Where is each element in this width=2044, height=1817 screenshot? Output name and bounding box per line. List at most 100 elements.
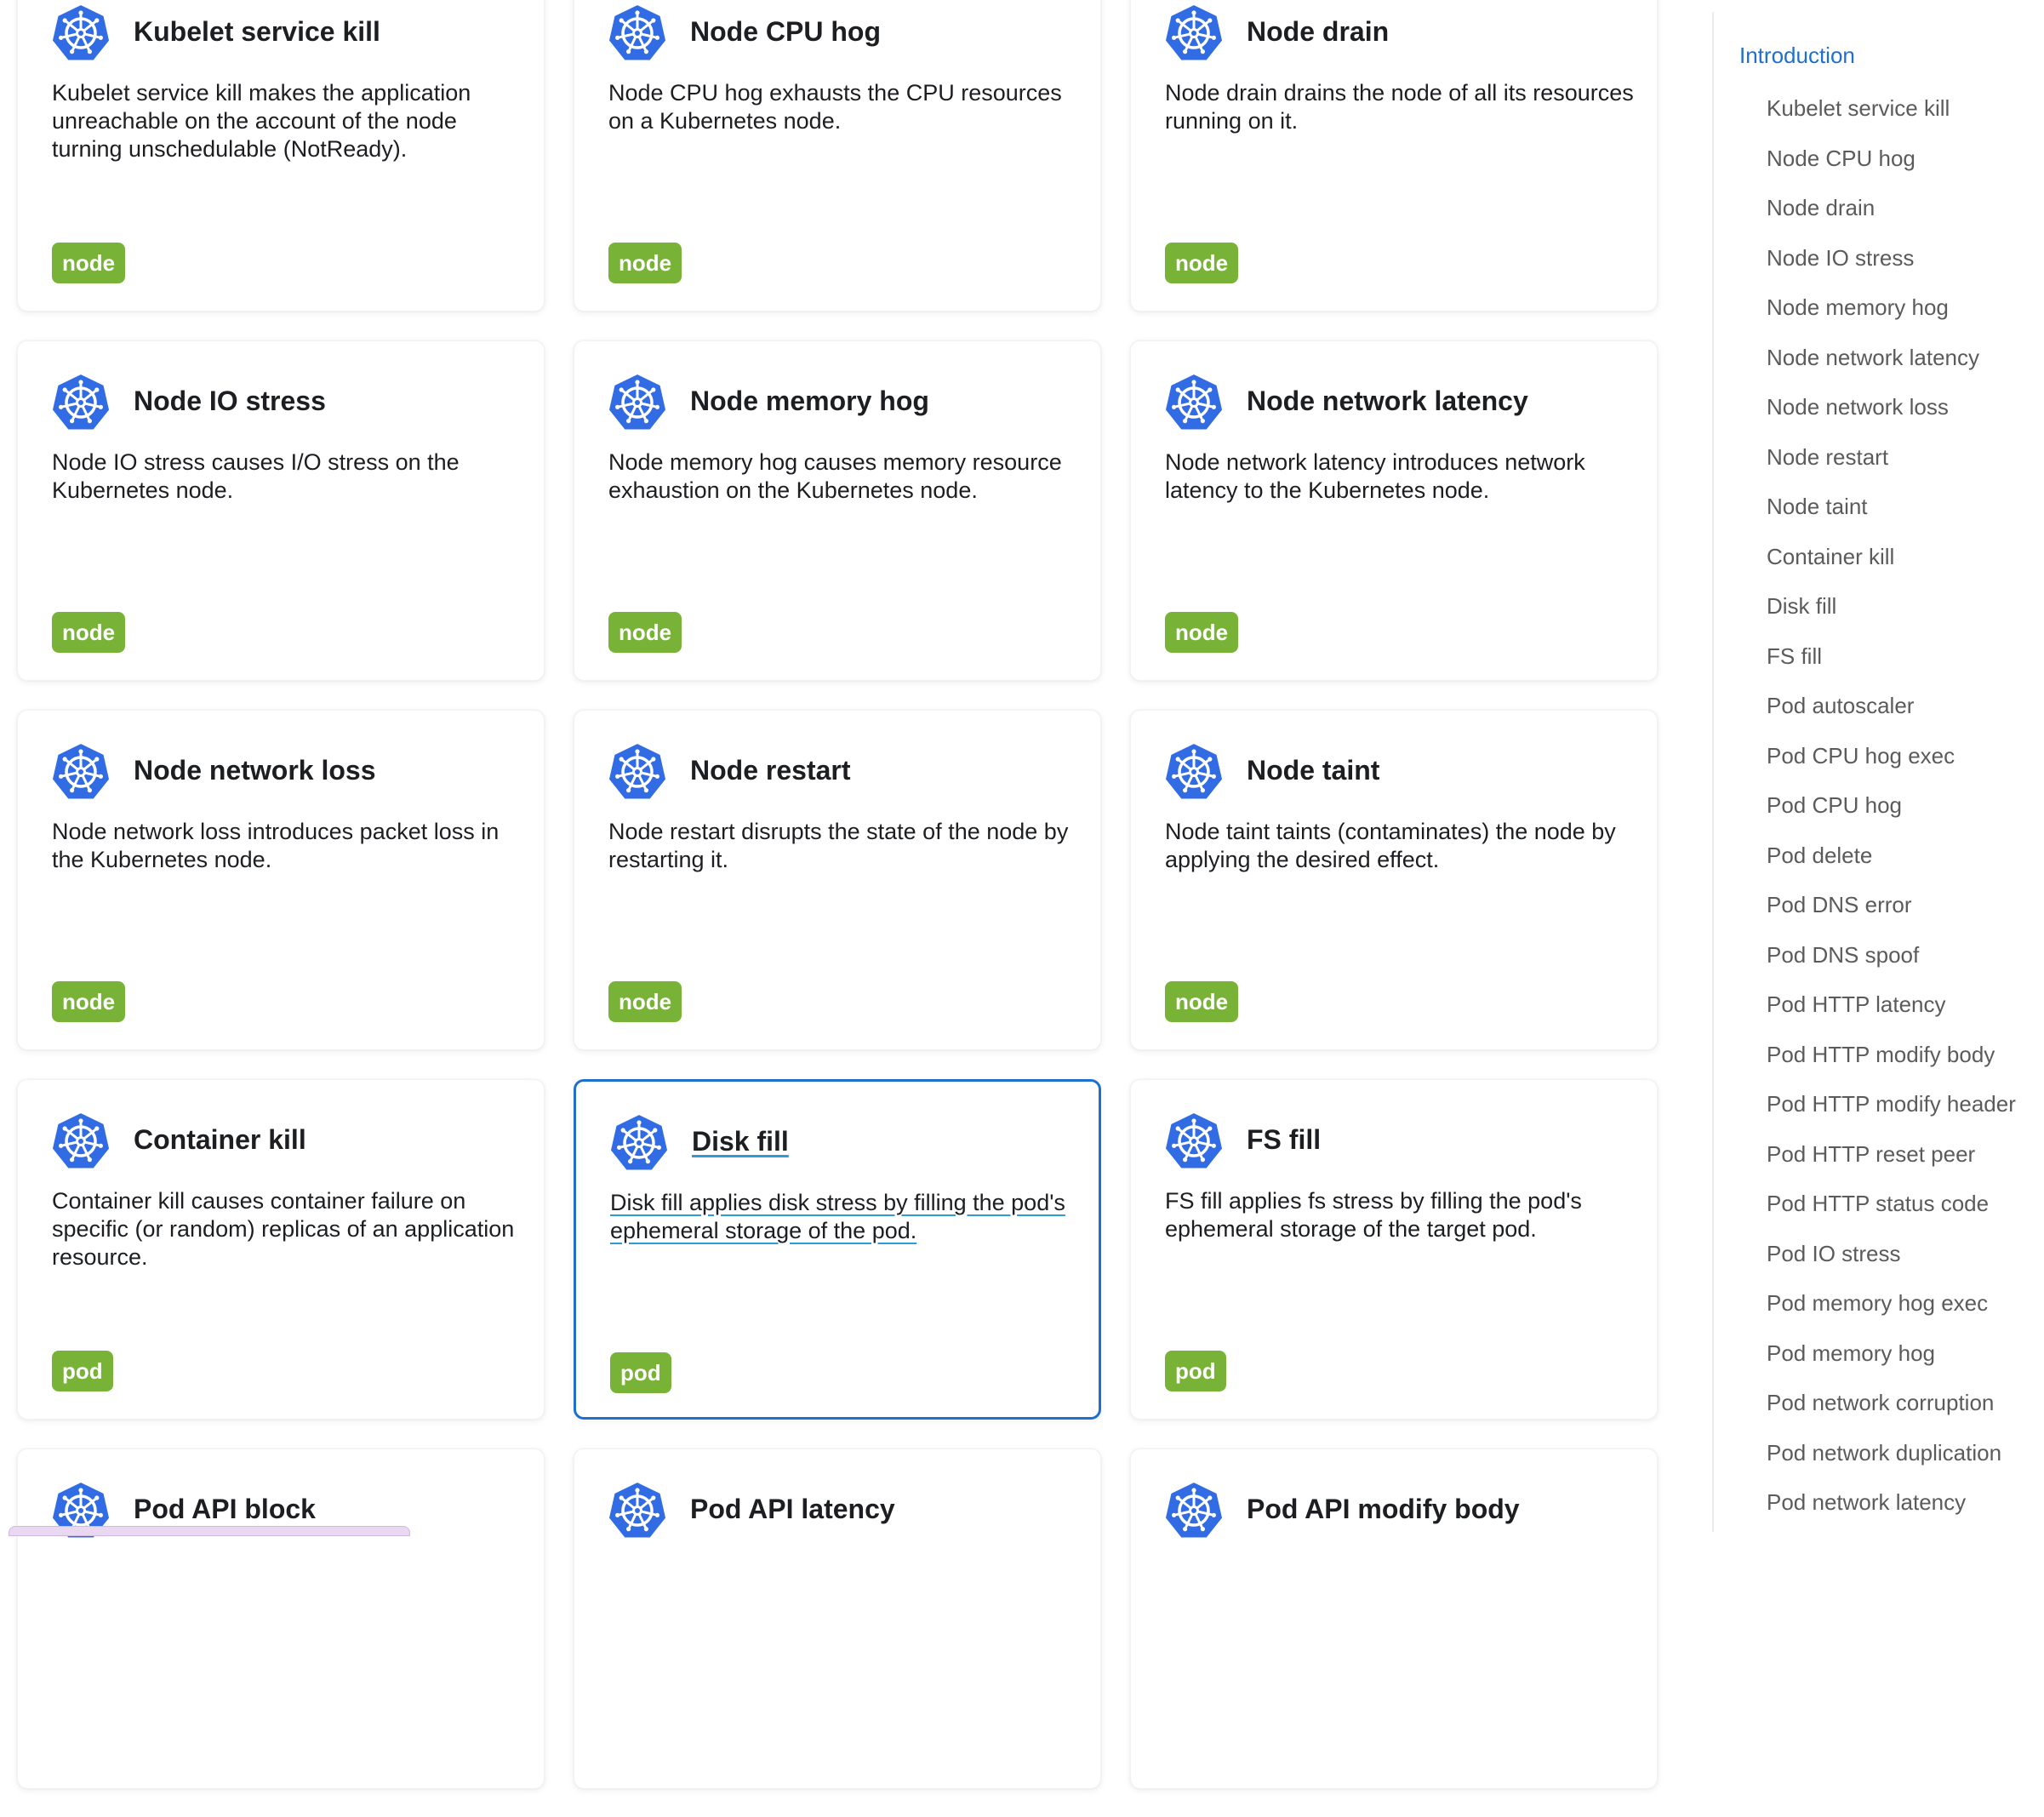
card-title: Node network latency: [1247, 386, 1528, 416]
table-of-contents: Introduction Kubelet service kill Node CPU…: [1736, 0, 2044, 1532]
toc-link-pod-http-modify-body[interactable]: Pod HTTP modify body: [1767, 1042, 1995, 1068]
experiment-card-kubelet-service-kill[interactable]: Kubelet service kill Kubelet service kill…: [17, 0, 545, 311]
toc-divider: [1712, 12, 1714, 1532]
experiment-card-pod-api-block[interactable]: Pod API block: [17, 1448, 545, 1789]
category-tag[interactable]: node: [1165, 612, 1239, 653]
toc-link-node-taint[interactable]: Node taint: [1767, 494, 1868, 520]
toc-link-fs-fill[interactable]: FS fill: [1767, 643, 1822, 670]
card-description: FS fill applies fs stress by filling the…: [1165, 1188, 1582, 1242]
experiment-card-node-taint[interactable]: Node taint Node taint taints (contaminate…: [1130, 710, 1658, 1050]
toc-link-pod-http-status-code[interactable]: Pod HTTP status code: [1767, 1191, 1989, 1217]
category-tag[interactable]: pod: [52, 1351, 113, 1391]
toc-link-pod-http-modify-header[interactable]: Pod HTTP modify header: [1767, 1091, 2016, 1117]
kubernetes-helm-icon: [49, 370, 113, 435]
card-description: Node drain drains the node of all its re…: [1165, 80, 1634, 134]
card-title: Container kill: [134, 1124, 306, 1155]
category-tag[interactable]: node: [608, 981, 682, 1022]
kubernetes-helm-icon: [605, 1, 670, 66]
card-title: Kubelet service kill: [134, 16, 380, 47]
card-title: FS fill: [1247, 1124, 1322, 1155]
toc-link-pod-dns-error[interactable]: Pod DNS error: [1767, 892, 1912, 918]
category-tag[interactable]: node: [608, 243, 682, 283]
toc-link-pod-network-duplication[interactable]: Pod network duplication: [1767, 1440, 2001, 1466]
experiment-card-node-io-stress[interactable]: Node IO stress Node IO stress causes I/O …: [17, 340, 545, 681]
kubernetes-helm-icon: [49, 1109, 113, 1174]
toc-link-pod-http-latency[interactable]: Pod HTTP latency: [1767, 991, 1946, 1018]
toc-link-node-restart[interactable]: Node restart: [1767, 444, 1888, 471]
category-tag[interactable]: pod: [1165, 1351, 1226, 1391]
toc-link-node-network-latency[interactable]: Node network latency: [1767, 345, 1979, 371]
card-description: Container kill causes container failure …: [52, 1188, 515, 1270]
experiment-card-node-cpu-hog[interactable]: Node CPU hog Node CPU hog exhausts the CP…: [574, 0, 1101, 311]
toc-link-node-drain[interactable]: Node drain: [1767, 195, 1875, 221]
category-tag[interactable]: node: [52, 612, 126, 653]
experiment-card-grid: Kubelet service kill Kubelet service kill…: [0, 0, 1668, 1789]
toc-link-pod-memory-hog[interactable]: Pod memory hog: [1767, 1340, 1935, 1367]
card-title: Pod API modify body: [1247, 1494, 1520, 1524]
category-tag[interactable]: node: [52, 981, 126, 1022]
experiment-card-container-kill[interactable]: Container kill Container kill causes cont…: [17, 1079, 545, 1420]
toc-link-node-io-stress[interactable]: Node IO stress: [1767, 245, 1914, 271]
category-tag[interactable]: node: [1165, 243, 1239, 283]
kubernetes-helm-icon: [1162, 1, 1226, 66]
card-title: Node IO stress: [134, 386, 326, 416]
toc-link-pod-network-corruption[interactable]: Pod network corruption: [1767, 1390, 1994, 1416]
toc-link-kubelet-service-kill[interactable]: Kubelet service kill: [1767, 95, 1950, 122]
card-description: Node taint taints (contaminates) the nod…: [1165, 819, 1616, 872]
toc-link-node-cpu-hog[interactable]: Node CPU hog: [1767, 146, 1916, 172]
experiment-card-node-network-latency[interactable]: Node network latency Node network latency…: [1130, 340, 1658, 681]
kubernetes-helm-icon: [49, 740, 113, 804]
kubernetes-helm-icon: [605, 1478, 670, 1543]
category-tag[interactable]: node: [608, 612, 682, 653]
toc-link-pod-memory-hog-exec[interactable]: Pod memory hog exec: [1767, 1290, 1988, 1317]
kubernetes-helm-icon: [1162, 1109, 1226, 1174]
toc-link-pod-delete[interactable]: Pod delete: [1767, 843, 1872, 869]
toc-link-node-network-loss[interactable]: Node network loss: [1767, 394, 1949, 420]
card-title: Disk fill: [692, 1126, 789, 1157]
card-title: Node taint: [1247, 755, 1380, 786]
card-title: Node restart: [690, 755, 851, 786]
experiment-card-pod-api-modify-body[interactable]: Pod API modify body: [1130, 1448, 1658, 1789]
toc-link-pod-http-reset-peer[interactable]: Pod HTTP reset peer: [1767, 1141, 1975, 1168]
toc-link-container-kill[interactable]: Container kill: [1767, 544, 1894, 570]
toc-link-node-memory-hog[interactable]: Node memory hog: [1767, 294, 1949, 321]
toc-link-pod-cpu-hog[interactable]: Pod CPU hog: [1767, 792, 1902, 819]
toc-link-pod-dns-spoof[interactable]: Pod DNS spoof: [1767, 942, 1919, 968]
card-description: Node network loss introduces packet loss…: [52, 819, 500, 872]
card-description: Node restart disrupts the state of the n…: [608, 819, 1069, 872]
experiment-card-node-memory-hog[interactable]: Node memory hog Node memory hog causes me…: [574, 340, 1101, 681]
experiment-card-node-drain[interactable]: Node drain Node drain drains the node of …: [1130, 0, 1658, 311]
bottom-overlay-tab: [9, 1526, 410, 1536]
experiment-card-pod-api-latency[interactable]: Pod API latency: [574, 1448, 1101, 1789]
toc-link-disk-fill[interactable]: Disk fill: [1767, 593, 1836, 620]
category-tag[interactable]: pod: [610, 1352, 671, 1393]
kubernetes-helm-icon: [1162, 370, 1226, 435]
card-title: Node memory hog: [690, 386, 929, 416]
toc-link-pod-cpu-hog-exec[interactable]: Pod CPU hog exec: [1767, 743, 1955, 769]
kubernetes-helm-icon: [607, 1111, 671, 1175]
experiment-card-disk-fill[interactable]: Disk fill Disk fill applies disk stress b…: [574, 1079, 1101, 1420]
toc-link-introduction[interactable]: Introduction: [1739, 43, 1855, 69]
card-description: Kubelet service kill makes the applicati…: [52, 80, 471, 162]
kubernetes-helm-icon: [605, 740, 670, 804]
card-description: Node network latency introduces network …: [1165, 449, 1585, 503]
kubernetes-helm-icon: [605, 370, 670, 435]
experiment-card-node-network-loss[interactable]: Node network loss Node network loss intro…: [17, 710, 545, 1050]
card-title: Pod API latency: [690, 1494, 895, 1524]
card-title: Node network loss: [134, 755, 376, 786]
category-tag[interactable]: node: [52, 243, 126, 283]
toc-link-pod-io-stress[interactable]: Pod IO stress: [1767, 1241, 1901, 1267]
card-description: Disk fill applies disk stress by filling…: [610, 1190, 1065, 1243]
card-description: Node memory hog causes memory resource e…: [608, 449, 1062, 503]
experiment-card-fs-fill[interactable]: FS fill FS fill applies fs stress by fill…: [1130, 1079, 1658, 1420]
experiment-card-node-restart[interactable]: Node restart Node restart disrupts the st…: [574, 710, 1101, 1050]
card-description: Node IO stress causes I/O stress on the …: [52, 449, 460, 503]
kubernetes-helm-icon: [49, 1, 113, 66]
category-tag[interactable]: node: [1165, 981, 1239, 1022]
card-title: Node CPU hog: [690, 16, 881, 47]
card-description: Node CPU hog exhausts the CPU resources …: [608, 80, 1062, 134]
kubernetes-helm-icon: [1162, 740, 1226, 804]
toc-link-pod-autoscaler[interactable]: Pod autoscaler: [1767, 693, 1914, 719]
toc-link-pod-network-latency[interactable]: Pod network latency: [1767, 1489, 1966, 1516]
card-title: Pod API block: [134, 1494, 316, 1524]
